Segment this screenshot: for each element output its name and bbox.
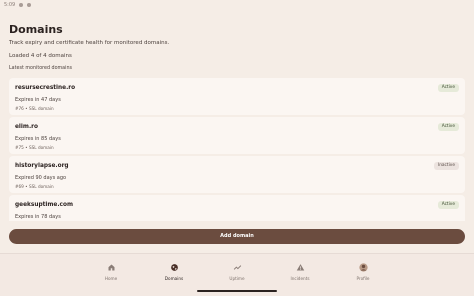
status-badge: Inactive (433, 162, 459, 170)
loaded-count: Loaded 4 of 4 domains (9, 53, 72, 59)
trend-icon (233, 265, 241, 270)
notification-icon (19, 3, 24, 7)
nav-item-profile[interactable]: Profile (332, 254, 395, 296)
nav-label: Home (104, 276, 118, 281)
nav-label: Profile (356, 276, 370, 281)
domain-name: historylapse.org (15, 163, 69, 169)
avatar-icon (358, 263, 368, 272)
domain-name: resursecrestine.ro (15, 85, 76, 91)
domain-card[interactable]: historylapse.org Expired 90 days ago #69… (9, 156, 465, 193)
nav-item-home[interactable]: Home (80, 254, 143, 296)
nav-item-incidents[interactable]: Incidents (269, 254, 332, 296)
notification-icon (27, 3, 32, 7)
domain-card[interactable]: resursecrestine.ro Expires in 47 days #7… (9, 78, 465, 115)
status-badge: Active (437, 84, 459, 92)
globe-icon (170, 264, 178, 271)
domain-name: geeksuptime.com (15, 202, 73, 208)
domain-expiry: Expires in 47 days (15, 97, 61, 103)
page-title: Domains (9, 23, 63, 36)
warning-icon (296, 264, 304, 271)
domain-expiry: Expired 90 days ago (15, 175, 67, 181)
add-domain-button[interactable]: Add domain (9, 229, 465, 244)
domain-expiry: Expires in 85 days (15, 136, 61, 142)
domain-meta: #76 • SSL domain (15, 106, 54, 111)
status-badge: Active (437, 123, 459, 131)
nav-item-domains[interactable]: Domains (143, 254, 206, 296)
nav-label: Incidents (290, 276, 310, 281)
status-bar: 5:09 (0, 0, 474, 10)
home-icon (108, 264, 114, 271)
domain-meta: #69 • SSL domain (15, 184, 54, 189)
status-badge: Active (437, 201, 459, 209)
domain-meta: #75 • SSL domain (15, 145, 54, 150)
domain-list[interactable]: resursecrestine.ro Expires in 47 days #7… (9, 78, 465, 221)
domain-card[interactable]: geeksuptime.com Expires in 78 days Activ… (9, 195, 465, 221)
domain-expiry: Expires in 78 days (15, 214, 61, 220)
domain-name: elim.ro (15, 124, 38, 130)
nav-label: Domains (164, 276, 184, 281)
domain-card[interactable]: elim.ro Expires in 85 days #75 • SSL dom… (9, 117, 465, 154)
nav-label: Uptime (229, 276, 245, 281)
page-subtitle: Track expiry and certificate health for … (9, 40, 170, 46)
section-label: Latest monitored domains (9, 66, 72, 71)
home-indicator[interactable] (197, 290, 277, 292)
status-time: 5:09 (4, 2, 16, 8)
